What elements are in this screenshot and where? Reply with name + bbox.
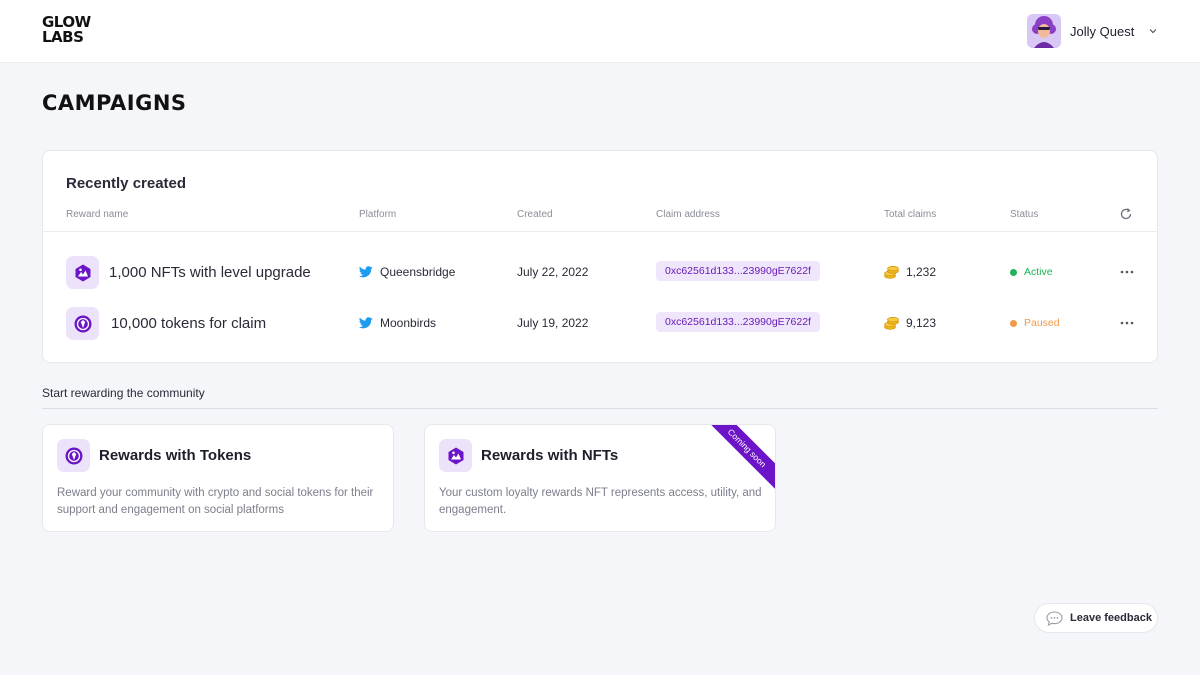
- platform: Moonbirds: [359, 316, 436, 330]
- column-header-total-claims: Total claims: [884, 209, 937, 220]
- chat-bubble-icon: [1046, 610, 1063, 626]
- twitter-icon: [359, 317, 373, 329]
- header-divider: [43, 231, 1157, 232]
- claim-address[interactable]: 0xc62561d133...23990gE7622f: [656, 261, 820, 281]
- glow-labs-logo[interactable]: GLOW LABS: [42, 15, 91, 46]
- refresh-icon[interactable]: [1119, 207, 1133, 221]
- section-divider: [42, 408, 1158, 409]
- coins-icon: [884, 265, 899, 279]
- user-menu[interactable]: Jolly Quest: [1027, 14, 1158, 48]
- total-claims: 1,232: [884, 265, 936, 279]
- coins-icon: [884, 316, 899, 330]
- column-header-platform: Platform: [359, 209, 397, 220]
- column-header-claim-address: Claim address: [656, 209, 720, 220]
- card-title: Recently created: [66, 175, 187, 192]
- total-claims: 9,123: [884, 316, 936, 330]
- avatar: [1027, 14, 1061, 48]
- column-header-status: Status: [1010, 209, 1039, 220]
- more-options-icon[interactable]: [1119, 315, 1135, 331]
- leave-feedback-button[interactable]: Leave feedback: [1034, 603, 1158, 633]
- rewards-with-tokens-card[interactable]: Rewards with Tokens Reward your communit…: [42, 424, 394, 532]
- coming-soon-ribbon: Coming soon: [701, 425, 775, 494]
- token-icon: [66, 307, 99, 340]
- chevron-down-icon[interactable]: [1148, 26, 1158, 36]
- platform-name: Queensbridge: [380, 265, 456, 279]
- card-title: Rewards with Tokens: [99, 447, 252, 464]
- section-title: Start rewarding the community: [42, 386, 205, 400]
- nft-icon: [439, 439, 472, 472]
- reward-name[interactable]: 1,000 NFTs with level upgrade: [109, 264, 311, 281]
- logo-line-2: LABS: [42, 28, 84, 46]
- created-date: July 19, 2022: [517, 316, 589, 330]
- platform: Queensbridge: [359, 265, 455, 279]
- card-description: Your custom loyalty rewards NFT represen…: [439, 487, 762, 516]
- column-header-reward-name: Reward name: [66, 209, 129, 220]
- claims-count: 1,232: [906, 265, 937, 279]
- platform-name: Moonbirds: [380, 316, 437, 330]
- card-title: Rewards with NFTs: [481, 447, 619, 464]
- card-description: Reward your community with crypto and so…: [57, 487, 374, 516]
- status-label: Active: [1024, 266, 1053, 278]
- twitter-icon: [359, 266, 373, 278]
- nft-icon: [66, 256, 99, 289]
- claim-address[interactable]: 0xc62561d133...23990gE7622f: [656, 312, 820, 332]
- table-row[interactable]: 1,000 NFTs with level upgrade Queensbrid…: [43, 252, 1157, 292]
- status-dot: [1010, 268, 1017, 276]
- table-row[interactable]: 10,000 tokens for claim Moonbirds July 1…: [43, 303, 1157, 343]
- column-header-created: Created: [517, 209, 553, 220]
- status-badge: Active: [1010, 266, 1053, 278]
- reward-name[interactable]: 10,000 tokens for claim: [111, 315, 266, 332]
- recent-campaigns-card: Recently created Reward name Platform Cr…: [42, 150, 1158, 363]
- status-label: Paused: [1024, 317, 1060, 329]
- claims-count: 9,123: [906, 316, 937, 330]
- page-title: CAMPAIGNS: [42, 91, 187, 115]
- rewards-with-nfts-card[interactable]: Rewards with NFTs Your custom loyalty re…: [424, 424, 776, 532]
- status-dot: [1010, 319, 1017, 327]
- more-options-icon[interactable]: [1119, 264, 1135, 280]
- feedback-label: Leave feedback: [1070, 612, 1152, 624]
- user-name: Jolly Quest: [1070, 23, 1135, 39]
- created-date: July 22, 2022: [517, 265, 589, 279]
- token-icon: [57, 439, 90, 472]
- status-badge: Paused: [1010, 317, 1060, 329]
- top-bar: GLOW LABS Jolly Quest: [0, 0, 1200, 63]
